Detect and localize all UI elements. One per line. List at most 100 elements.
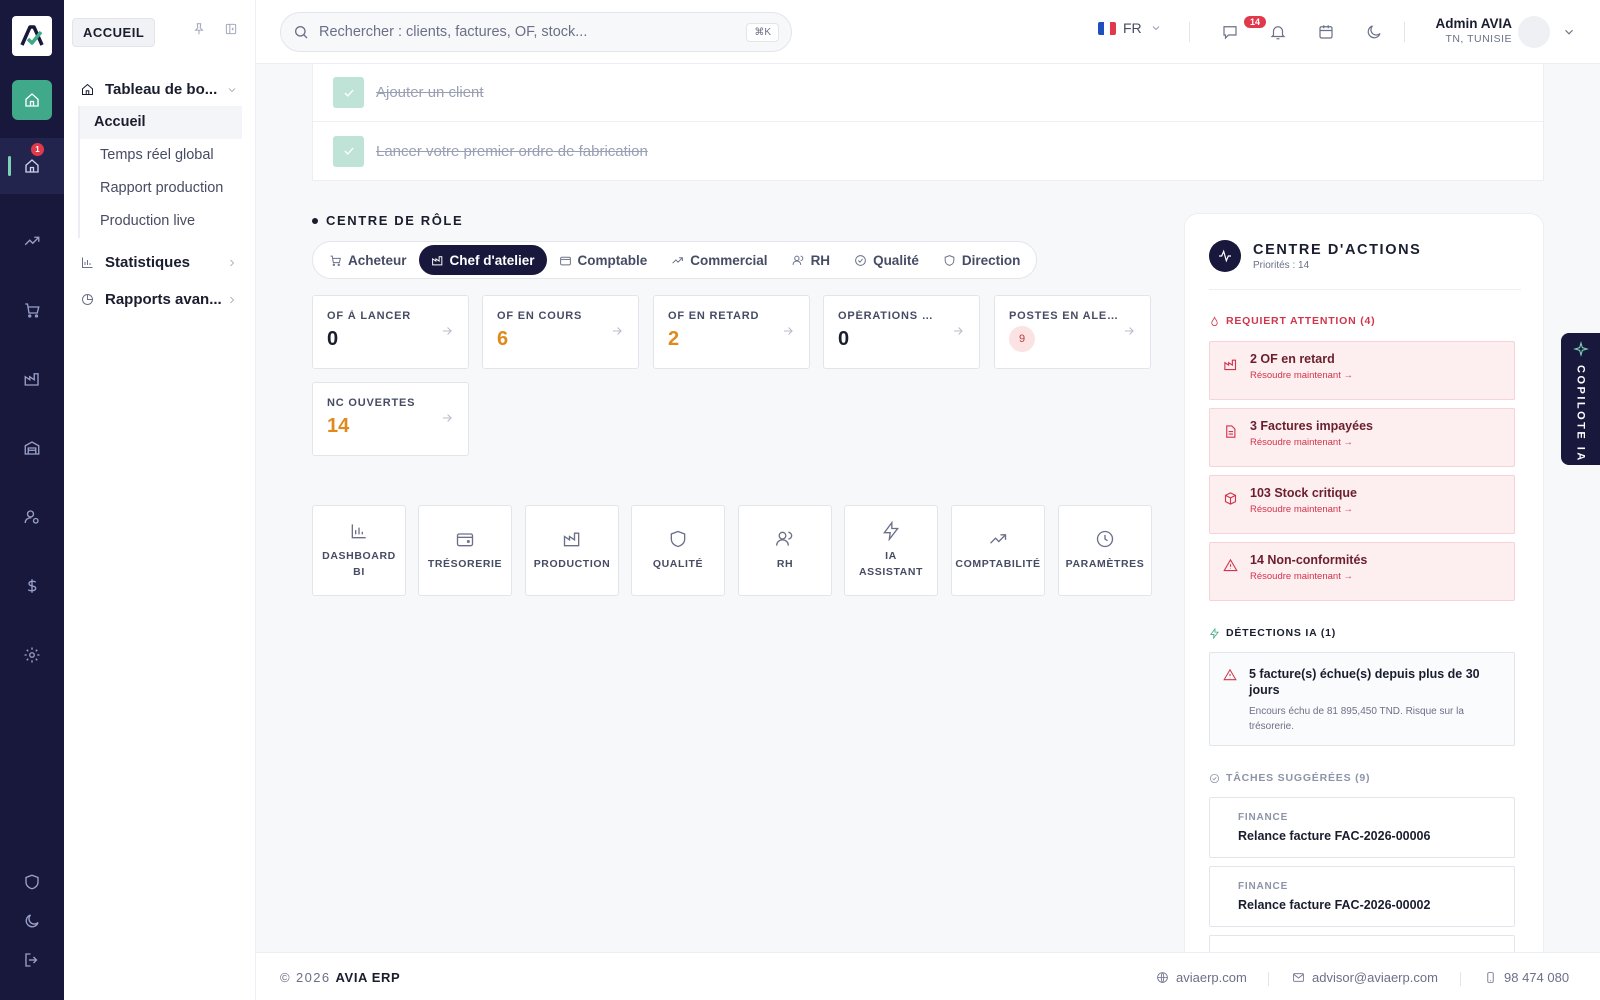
dashboard-subnav: Accueil Temps réel global Rapport produc… [78,106,242,238]
collapse-sidebar-icon[interactable] [224,22,240,38]
user-menu[interactable]: Admin AVIA TN, TUNISIE [1376,16,1513,45]
footer-email[interactable]: advisor@aviaerp.com [1292,970,1438,985]
checkbox-checked[interactable] [333,135,364,167]
alert-non-conformites[interactable]: 14 Non-conformités Résoudre maintenant → [1209,542,1515,601]
role-tab-chef-atelier[interactable]: Chef d'atelier [418,245,547,275]
user-name: Admin AVIA [1435,16,1513,31]
ai-detection-card[interactable]: 5 facture(s) échue(s) depuis plus de 30 … [1209,652,1515,746]
shortcut-ia-assistant[interactable]: IA ASSISTANT [844,505,938,596]
shortcut-production[interactable]: PRODUCTION [525,505,619,596]
shortcut-tresorerie[interactable]: TRÉSORERIE [418,505,512,596]
checkbox-checked[interactable] [333,77,364,108]
subnav-item-production-live[interactable]: Production live [80,205,242,238]
role-tab-label: Direction [961,252,1021,268]
footer-website[interactable]: aviaerp.com [1156,970,1247,985]
alert-stock-critique[interactable]: 103 Stock critique Résoudre maintenant → [1209,475,1515,534]
kpi-label: NC OUVERTES [327,397,416,409]
checklist-item[interactable]: Lancer votre premier ordre de fabricatio… [313,122,1543,180]
nav-group-rapports[interactable]: Rapports avan... [80,291,248,308]
check-circle-icon [1209,773,1220,783]
subnav-item-temps-reel[interactable]: Temps réel global [80,139,242,172]
search-input[interactable] [319,24,747,40]
arrow-right-icon [1122,324,1136,338]
nav-group-tableau-de-bord[interactable]: Tableau de bo... [80,81,248,98]
copilot-tab[interactable]: COPILOTE IA [1561,333,1600,465]
checklist-item-label: Ajouter un client [376,84,484,101]
website-text: aviaerp.com [1176,970,1247,985]
kpi-label: OF À LANCER [327,310,411,322]
suggested-task[interactable]: FINANCE Relance facture FAC-2026-00006 [1209,797,1515,858]
alert-cta[interactable]: Résoudre maintenant → [1250,504,1502,515]
rail-gear-icon[interactable] [12,635,52,675]
alert-factures-impayees[interactable]: 3 Factures impayées Résoudre maintenant … [1209,408,1515,467]
rail-dollar-icon[interactable] [12,566,52,606]
alert-cta[interactable]: Résoudre maintenant → [1250,370,1502,381]
calendar-icon[interactable] [1314,20,1338,44]
flame-icon [1211,315,1218,326]
shortcut-qualite[interactable]: QUALITÉ [631,505,725,596]
rail-home-icon[interactable] [12,80,52,120]
alert-cta[interactable]: Résoudre maintenant → [1250,437,1502,448]
kpi-of-en-cours[interactable]: OF EN COURS 6 [482,295,639,369]
role-tab-commercial[interactable]: Commercial [659,245,779,275]
pin-icon[interactable] [192,22,208,38]
alert-cta[interactable]: Résoudre maintenant → [1250,571,1502,582]
shortcut-comptabilite[interactable]: COMPTABILITÉ [951,505,1045,596]
mail-icon [1293,973,1304,982]
arrow-right-icon [781,324,795,338]
subnav-item-accueil[interactable]: Accueil [80,106,242,139]
avatar[interactable] [1518,16,1550,48]
role-tab-rh[interactable]: RH [780,245,843,275]
divider [1209,289,1521,290]
role-tab-qualite[interactable]: Qualité [842,245,931,275]
language-selector[interactable]: FR [1098,20,1162,36]
shortcut-dashboard-bi[interactable]: DASHBOARD BI [312,505,406,596]
wallet-icon [559,256,571,265]
messages-icon[interactable] [1218,20,1242,44]
chevron-down-icon[interactable] [1562,25,1576,39]
rail-moon-icon[interactable] [12,901,52,941]
kpi-postes-en-alerte[interactable]: POSTES EN ALERT 9 [994,295,1151,369]
rail-warehouse-icon[interactable] [12,428,52,468]
onboarding-checklist: Ajouter un client Lancer votre premier o… [312,64,1544,181]
users-icon [776,531,793,546]
notification-count-badge: 14 [1244,16,1267,28]
kpi-operations[interactable]: OPÉRATIONS E... 0 [823,295,980,369]
globe-icon [1157,972,1168,983]
shortcut-label: COMPTABILITÉ [955,557,1041,570]
subnav-item-rapport-production[interactable]: Rapport production [80,172,242,205]
app-logo[interactable] [12,16,52,56]
shortcut-rh[interactable]: RH [738,505,832,596]
kpi-nc-ouvertes[interactable]: NC OUVERTES 14 [312,382,469,456]
bell-icon[interactable] [1266,20,1290,44]
kpi-of-a-lancer[interactable]: OF À LANCER 0 [312,295,469,369]
rail-cart-icon[interactable] [12,290,52,330]
check-circle-icon [855,254,866,266]
rail-factory-icon[interactable] [12,359,52,399]
rail-logout-icon[interactable] [12,940,52,980]
rail-shield-icon[interactable] [12,862,52,902]
bolt-icon [883,521,900,542]
package-icon [1224,492,1237,505]
kpi-of-en-retard[interactable]: OF EN RETARD 2 [653,295,810,369]
kpi-label: OF EN COURS [497,310,583,322]
checklist-item[interactable]: Ajouter un client [313,64,1543,122]
global-search[interactable]: ⌘K [280,12,792,52]
language-code: FR [1123,20,1142,36]
role-tab-acheteur[interactable]: Acheteur [317,245,419,275]
shield-icon [944,254,955,266]
alert-of-en-retard[interactable]: 2 OF en retard Résoudre maintenant → [1209,341,1515,400]
shortcut-label: PARAMÈTRES [1065,557,1145,570]
shortcut-parametres[interactable]: PARAMÈTRES [1058,505,1152,596]
divider [1268,972,1269,986]
bar-chart-icon [351,524,366,539]
document-icon [1226,425,1236,438]
suggested-task[interactable]: FINANCE Relance facture FAC-2026-00002 [1209,866,1515,927]
nav-group-statistiques[interactable]: Statistiques [80,254,248,271]
rail-trend-icon[interactable] [12,221,52,261]
role-tab-comptable[interactable]: Comptable [547,245,660,275]
role-tabs: Acheteur Chef d'atelier Comptable Commer… [312,241,1038,279]
footer-phone[interactable]: 98 474 080 [1484,970,1569,985]
role-tab-direction[interactable]: Direction [931,245,1033,275]
rail-user-settings-icon[interactable] [12,497,52,537]
